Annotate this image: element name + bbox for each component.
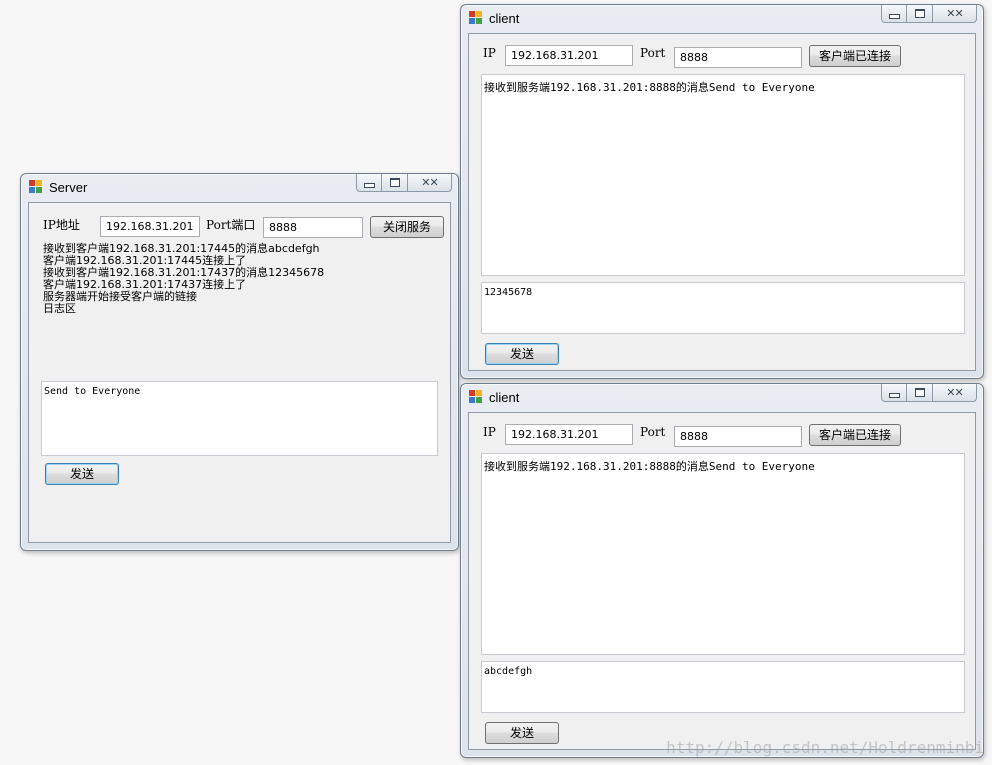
client-titlebar[interactable]: client ✕✕: [461, 384, 983, 410]
close-icon: ✕✕: [421, 176, 438, 189]
port-label: Port: [640, 46, 666, 60]
maximize-icon: [914, 9, 925, 18]
log-area: 接收到客户端192.168.31.201:17445的消息abcdefgh 客户…: [43, 243, 324, 315]
caption-buttons: ✕✕: [881, 384, 977, 402]
client-window-1: client ✕✕ IP 192.168.31.201 Port 8888 客户…: [460, 4, 984, 379]
send-button[interactable]: 发送: [485, 722, 559, 744]
connect-button[interactable]: 客户端已连接: [809, 424, 901, 446]
message-input[interactable]: abcdefgh: [481, 661, 965, 713]
caption-buttons: ✕✕: [881, 5, 977, 23]
ip-label: IP: [483, 425, 496, 439]
stop-service-button[interactable]: 关闭服务: [370, 216, 444, 238]
close-button[interactable]: ✕✕: [408, 174, 452, 192]
client-window-2: client ✕✕ IP 192.168.31.201 Port 8888 客户…: [460, 383, 984, 758]
ip-input[interactable]: 192.168.31.201: [100, 216, 200, 237]
message-input[interactable]: Send to Everyone: [41, 381, 438, 456]
window-title: client: [489, 11, 520, 26]
minimize-icon: [888, 393, 900, 398]
watermark: http://blog.csdn.net/Holdrenminbi: [666, 738, 984, 757]
ip-input[interactable]: 192.168.31.201: [505, 45, 633, 66]
port-input[interactable]: 8888: [674, 47, 802, 68]
send-button[interactable]: 发送: [45, 463, 119, 485]
server-titlebar[interactable]: Server ✕✕: [21, 174, 458, 200]
send-button[interactable]: 发送: [485, 343, 559, 365]
port-label: Port端口: [206, 218, 256, 232]
log-line: 服务器端开始接受客户端的链接: [43, 290, 197, 303]
close-button[interactable]: ✕✕: [933, 384, 977, 402]
port-label: Port: [640, 425, 666, 439]
caption-buttons: ✕✕: [356, 174, 452, 192]
log-line: 日志区: [43, 302, 76, 315]
server-client-area: IP地址 192.168.31.201 Port端口 8888 关闭服务 接收到…: [28, 202, 451, 543]
maximize-icon: [389, 178, 400, 187]
minimize-icon: [363, 183, 375, 188]
ip-label: IP地址: [43, 218, 80, 232]
close-icon: ✕✕: [946, 7, 963, 20]
connect-button[interactable]: 客户端已连接: [809, 45, 901, 67]
close-button[interactable]: ✕✕: [933, 5, 977, 23]
close-icon: ✕✕: [946, 386, 963, 399]
maximize-button[interactable]: [907, 384, 933, 402]
received-area: 接收到服务端192.168.31.201:8888的消息Send to Ever…: [481, 74, 965, 276]
received-area: 接收到服务端192.168.31.201:8888的消息Send to Ever…: [481, 453, 965, 655]
message-input[interactable]: 12345678: [481, 282, 965, 334]
port-input[interactable]: 8888: [674, 426, 802, 447]
client-area: IP 192.168.31.201 Port 8888 客户端已连接 接收到服务…: [468, 412, 976, 750]
app-icon: [469, 11, 483, 25]
maximize-button[interactable]: [382, 174, 408, 192]
app-icon: [469, 390, 483, 404]
app-icon: [29, 180, 43, 194]
minimize-icon: [888, 14, 900, 19]
maximize-icon: [914, 388, 925, 397]
client-titlebar[interactable]: client ✕✕: [461, 5, 983, 31]
maximize-button[interactable]: [907, 5, 933, 23]
client-area: IP 192.168.31.201 Port 8888 客户端已连接 接收到服务…: [468, 33, 976, 371]
minimize-button[interactable]: [881, 384, 907, 402]
ip-input[interactable]: 192.168.31.201: [505, 424, 633, 445]
ip-label: IP: [483, 46, 496, 60]
server-window: Server ✕✕ IP地址 192.168.31.201 Port端口 888…: [20, 173, 459, 551]
minimize-button[interactable]: [356, 174, 382, 192]
window-title: client: [489, 390, 520, 405]
window-title: Server: [49, 180, 88, 195]
port-input[interactable]: 8888: [263, 217, 363, 238]
minimize-button[interactable]: [881, 5, 907, 23]
